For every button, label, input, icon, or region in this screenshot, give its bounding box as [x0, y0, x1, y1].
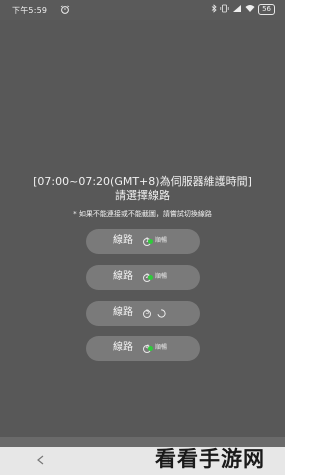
vibrate-icon: [220, 4, 229, 15]
maintenance-notice-title: [07:00~07:20(GMT+8)為伺服器維護時間]: [33, 175, 252, 188]
switch-line-hint: * 如果不能連接或不能截圖，請嘗試切換線路: [73, 210, 212, 218]
choose-line-subtitle: 請選擇線路: [115, 189, 170, 202]
bluetooth-icon: [211, 4, 217, 15]
line-1-label: 線路: [113, 235, 133, 246]
site-watermark: 看看手游网: [155, 447, 265, 471]
line-4-status: 順暢: [155, 344, 168, 351]
status-ok-dot-icon: [148, 346, 153, 351]
line-2-label: 線路: [113, 271, 133, 282]
status-ok-dot-icon: [148, 239, 153, 244]
line-2-button[interactable]: 線路 2 順暢: [86, 265, 200, 290]
status-time: 下午5:59: [12, 6, 48, 15]
line-4-label: 線路: [113, 342, 133, 353]
line-4-button[interactable]: 線路 4 順暢: [86, 336, 200, 361]
signal-icon: [232, 4, 242, 15]
line-3-number: 3: [145, 309, 150, 316]
line-3-label: 線路: [113, 307, 133, 318]
app-screen: 下午5:59 56 [07:00~07:20(GMT+8)為伺服器維護時間] 請…: [0, 0, 285, 475]
alarm-icon: [60, 5, 70, 14]
line-1-button[interactable]: 線路 1 順暢: [86, 229, 200, 254]
line-1-status: 順暢: [155, 237, 168, 244]
status-icons: 56: [211, 4, 275, 15]
back-icon[interactable]: [36, 455, 46, 465]
status-bar: 下午5:59 56: [0, 0, 285, 20]
battery-indicator: 56: [258, 4, 275, 15]
line-3-button[interactable]: 線路 3: [86, 301, 200, 326]
line-2-status: 順暢: [155, 273, 168, 280]
wifi-icon: [245, 4, 255, 15]
loading-spinner-icon: [157, 309, 166, 318]
status-ok-dot-icon: [148, 275, 153, 280]
